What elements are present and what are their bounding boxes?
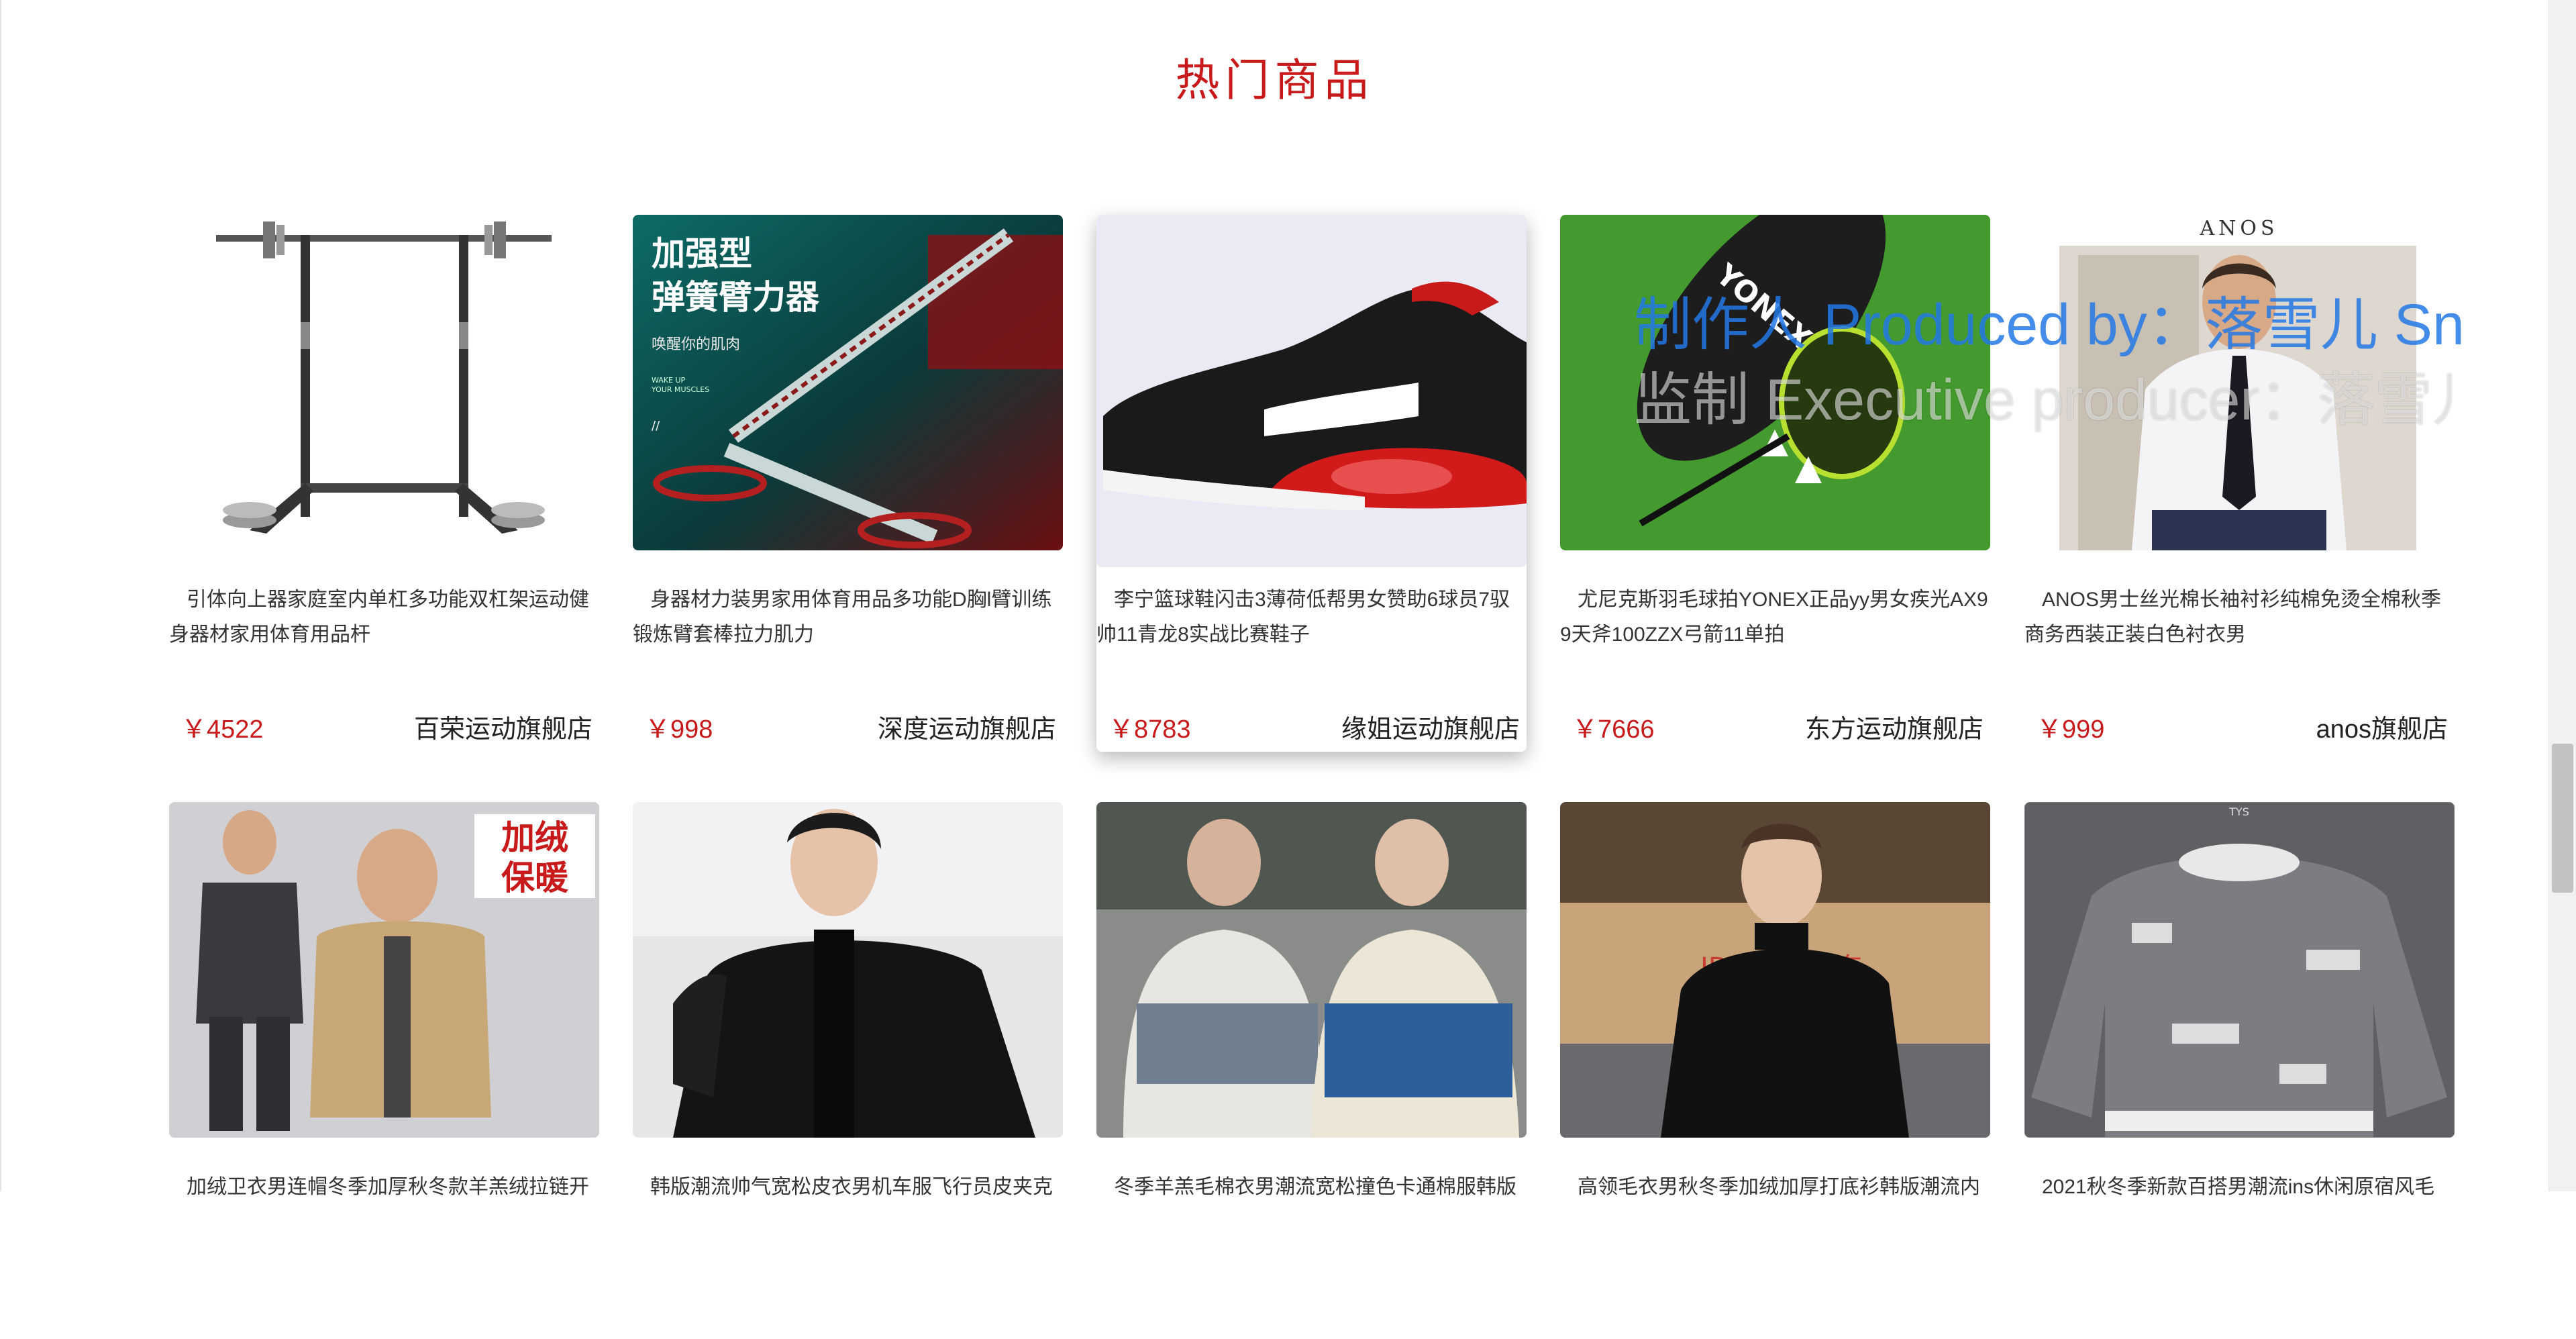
shop-name[interactable]: 深度运动旗舰店 — [878, 708, 1056, 745]
image-text: ANOS — [2199, 217, 2278, 240]
image-text: // — [652, 419, 660, 433]
shop-name[interactable]: 百荣运动旗舰店 — [414, 708, 593, 745]
product-image-knit-sweater[interactable]: TYS — [2024, 802, 2455, 1138]
scrollbar-thumb[interactable] — [2552, 744, 2573, 893]
shop-name[interactable]: 东方运动旗舰店 — [1805, 708, 1983, 745]
product-title[interactable]: 李宁篮球鞋闪击3薄荷低帮男女赞助6球员7驭帅11青龙8实战比赛鞋子 — [1096, 583, 1527, 652]
product-price: ￥998 — [645, 715, 713, 744]
product-card[interactable]: 加强型 弹簧臂力器 唤醒你的肌肉 WAKE UP YOUR MUSCLES //… — [633, 215, 1063, 752]
product-card[interactable]: 引体向上器家庭室内单杠多功能双杠架运动健身器材家用体育用品杆 ￥4522 百荣运… — [169, 215, 599, 752]
product-card[interactable]: TYS 2021秋冬季新款百搭男潮流ins休闲原宿风毛 — [2024, 802, 2455, 1339]
image-text: 保暖 — [501, 858, 569, 897]
product-card[interactable]: 冬季羊羔毛棉衣男潮流宽松撞色卡通棉服韩版 — [1096, 802, 1527, 1339]
product-grid: 引体向上器家庭室内单杠多功能双杠架运动健身器材家用体育用品杆 ￥4522 百荣运… — [0, 0, 2549, 1339]
product-title[interactable]: ANOS男士丝光棉长袖衬衫纯棉免烫全棉秋季商务西装正装白色衬衣男 — [2024, 583, 2455, 652]
product-title[interactable]: 冬季羊羔毛棉衣男潮流宽松撞色卡通棉服韩版 — [1096, 1170, 1527, 1205]
image-text: TYS — [2228, 805, 2249, 818]
product-image-basketball-shoe[interactable] — [1096, 215, 1527, 567]
shop-name[interactable]: 缘姐运动旗舰店 — [1341, 708, 1520, 745]
image-text: 弹簧臂力器 — [652, 278, 820, 317]
product-image-lamb-wool-coat[interactable] — [1096, 802, 1527, 1138]
product-image-pullup-bar[interactable] — [169, 215, 599, 550]
product-card[interactable]: JD.COM 京东 高领毛衣男秋冬季加绒加厚打底衫韩版潮流内 — [1560, 802, 1990, 1339]
product-image-arm-exerciser[interactable]: 加强型 弹簧臂力器 唤醒你的肌肉 WAKE UP YOUR MUSCLES // — [633, 215, 1063, 550]
vertical-scrollbar[interactable] — [2548, 0, 2576, 1191]
product-title[interactable]: 高领毛衣男秋冬季加绒加厚打底衫韩版潮流内 — [1560, 1170, 1990, 1205]
product-card[interactable]: ANOS ANOS男士丝光棉长袖衬衫纯棉免烫全棉秋季商务西装正装白色衬衣男 ￥9… — [2024, 215, 2455, 752]
image-text: WAKE UP — [652, 376, 686, 385]
product-image-turtleneck-sweater[interactable]: JD.COM 京东 — [1560, 802, 1990, 1138]
product-title[interactable]: 加绒卫衣男连帽冬季加厚秋冬款羊羔绒拉链开 — [169, 1170, 599, 1205]
image-text: 加绒 — [501, 818, 568, 857]
product-card[interactable]: YONEX 尤尼克斯羽毛球拍YONEX正品yy男女疾光AX99天斧100ZZX弓… — [1560, 215, 1990, 752]
image-text: 唤醒你的肌肉 — [652, 336, 740, 353]
product-title[interactable]: 身器材力装男家用体育用品多功能D胸l臂训练锻炼臂套棒拉力肌力 — [633, 583, 1063, 652]
product-title[interactable]: 尤尼克斯羽毛球拍YONEX正品yy男女疾光AX99天斧100ZZX弓箭11单拍 — [1560, 583, 1990, 652]
image-text: 加强型 — [652, 234, 752, 273]
shop-name[interactable]: anos旗舰店 — [2316, 708, 2448, 745]
product-title[interactable]: 韩版潮流帅气宽松皮衣男机车服飞行员皮夹克 — [633, 1170, 1063, 1205]
product-image-badminton-racket[interactable]: YONEX — [1560, 215, 1990, 550]
product-price: ￥8783 — [1109, 715, 1191, 744]
product-card-hovered[interactable]: 李宁篮球鞋闪击3薄荷低帮男女赞助6球员7驭帅11青龙8实战比赛鞋子 ￥8783 … — [1096, 215, 1527, 752]
product-title[interactable]: 2021秋冬季新款百搭男潮流ins休闲原宿风毛 — [2024, 1170, 2455, 1205]
product-image-leather-jacket[interactable] — [633, 802, 1063, 1138]
product-image-fleece-hoodie[interactable]: 加绒 保暖 — [169, 802, 599, 1138]
product-card[interactable]: 韩版潮流帅气宽松皮衣男机车服飞行员皮夹克 — [633, 802, 1063, 1339]
product-image-dress-shirt[interactable]: ANOS — [2024, 215, 2455, 550]
product-title[interactable]: 引体向上器家庭室内单杠多功能双杠架运动健身器材家用体育用品杆 — [169, 583, 599, 652]
product-price: ￥999 — [2037, 715, 2105, 744]
image-text: YOUR MUSCLES — [651, 385, 709, 394]
product-price: ￥7666 — [1572, 715, 1655, 744]
product-card[interactable]: 加绒 保暖 加绒卫衣男连帽冬季加厚秋冬款羊羔绒拉链开 — [169, 802, 599, 1339]
product-price: ￥4522 — [181, 715, 264, 744]
